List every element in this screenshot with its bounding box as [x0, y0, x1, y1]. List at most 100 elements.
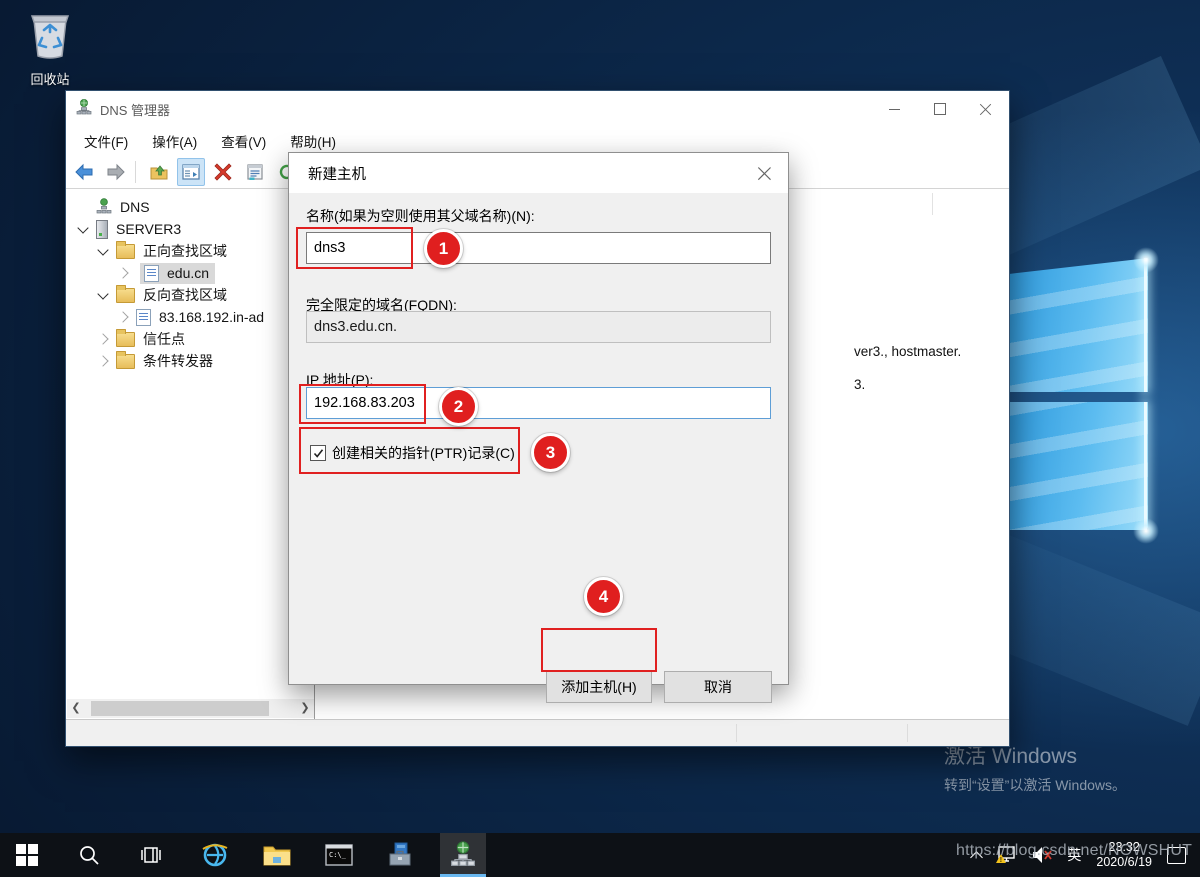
- windows-start-icon: [16, 844, 38, 866]
- tree-label-edu-cn: edu.cn: [167, 265, 209, 281]
- tree-label-forward-zone: 正向查找区域: [143, 241, 227, 261]
- server-icon: [96, 220, 108, 239]
- minimize-button[interactable]: [871, 91, 917, 127]
- close-button[interactable]: [963, 91, 1009, 127]
- annotation-rect-ip-input: [299, 384, 426, 424]
- maximize-icon: [934, 103, 946, 115]
- menu-bar: 文件(F) 操作(A) 查看(V) 帮助(H): [66, 127, 1009, 155]
- chevron-right-icon[interactable]: [97, 333, 108, 344]
- internet-explorer-button[interactable]: [192, 833, 238, 877]
- toolbar-separator: [135, 161, 136, 183]
- scrollbar-thumb[interactable]: [91, 701, 269, 716]
- minimize-icon: [889, 109, 900, 110]
- tree-item-dns-root[interactable]: DNS: [67, 196, 314, 218]
- window-title: DNS 管理器: [100, 100, 170, 119]
- step-number: 1: [439, 239, 448, 259]
- chevron-right-icon[interactable]: [117, 267, 128, 278]
- column-divider: [932, 193, 933, 215]
- chevron-down-icon[interactable]: [97, 288, 108, 299]
- file-explorer-button[interactable]: [254, 833, 300, 877]
- windows-activation-watermark: 激活 Windows 转到“设置”以激活 Windows。: [944, 740, 1126, 795]
- windows-logo-edge: [1144, 258, 1147, 392]
- internet-explorer-icon: [200, 840, 230, 870]
- tree-item-conditional-forwarders[interactable]: 条件转发器: [67, 350, 314, 372]
- tree-item-trust-points[interactable]: 信任点: [67, 328, 314, 350]
- command-prompt-icon: C:\_: [325, 844, 353, 866]
- annotation-step-4: 4: [584, 577, 623, 616]
- step-number: 2: [454, 397, 463, 417]
- dialog-titlebar[interactable]: 新建主机: [289, 153, 788, 193]
- properties-icon[interactable]: [241, 158, 269, 186]
- close-icon: [758, 166, 772, 180]
- annotation-step-3: 3: [531, 433, 570, 472]
- folder-icon: [116, 244, 135, 259]
- dialog-close-button[interactable]: [754, 162, 776, 184]
- search-icon: [78, 844, 100, 866]
- step-number: 3: [546, 443, 555, 463]
- console-tree-panel: DNS SERVER3 正向查找区域 edu.cn: [67, 189, 315, 720]
- console-window-icon[interactable]: [177, 158, 205, 186]
- tree-label-reverse-child: 83.168.192.in-ad: [159, 309, 264, 325]
- annotation-rect-ptr-checkbox: [299, 427, 520, 474]
- record-row-partial: 3.: [854, 377, 865, 392]
- task-view-button[interactable]: [128, 833, 174, 877]
- folder-icon: [116, 354, 135, 369]
- tree-item-reverse-zone[interactable]: 反向查找区域: [67, 284, 314, 306]
- cancel-button[interactable]: 取消: [664, 671, 772, 703]
- dns-root-icon: [96, 198, 112, 217]
- annotation-step-1: 1: [424, 229, 463, 268]
- chevron-down-icon[interactable]: [97, 244, 108, 255]
- activation-subtitle: 转到“设置”以激活 Windows。: [944, 775, 1126, 795]
- step-number: 4: [599, 587, 608, 607]
- tree-item-reverse-child[interactable]: 83.168.192.in-ad: [67, 306, 314, 328]
- wallpaper-glow: [1133, 518, 1159, 544]
- maximize-button[interactable]: [917, 91, 963, 127]
- chevron-right-icon[interactable]: [97, 355, 108, 366]
- annotation-step-2: 2: [439, 387, 478, 426]
- fqdn-input: [306, 311, 771, 343]
- delete-icon[interactable]: [209, 158, 237, 186]
- dialog-title: 新建主机: [308, 163, 366, 184]
- scroll-left-icon[interactable]: ❮: [67, 699, 85, 718]
- tree-label-trust-points: 信任点: [143, 329, 185, 349]
- svg-text:C:\_: C:\_: [329, 851, 347, 859]
- tree-label-conditional-forwarders: 条件转发器: [143, 351, 213, 371]
- file-explorer-icon: [263, 843, 291, 867]
- scroll-right-icon[interactable]: ❯: [296, 699, 314, 718]
- recycle-bin-desktop-icon[interactable]: 回收站: [16, 8, 84, 88]
- task-view-icon: [140, 844, 162, 866]
- close-icon: [980, 103, 992, 115]
- wallpaper-glow: [1133, 247, 1159, 273]
- horizontal-scrollbar[interactable]: ❮ ❯: [67, 699, 314, 718]
- chevron-right-icon[interactable]: [117, 311, 128, 322]
- menu-action[interactable]: 操作(A): [142, 127, 207, 155]
- up-folder-icon[interactable]: [145, 158, 173, 186]
- tree-item-edu-cn[interactable]: edu.cn: [67, 262, 314, 284]
- menu-help[interactable]: 帮助(H): [280, 127, 346, 155]
- start-button[interactable]: [4, 833, 50, 877]
- menu-view[interactable]: 查看(V): [211, 127, 276, 155]
- chevron-down-icon[interactable]: [77, 222, 88, 233]
- dns-manager-icon: [450, 841, 476, 867]
- recycle-bin-icon: [24, 49, 76, 66]
- server-manager-button[interactable]: [378, 833, 424, 877]
- csdn-watermark: https://blog.csdn.net/NOWSHUT: [956, 842, 1192, 860]
- add-host-button[interactable]: 添加主机(H): [546, 671, 652, 703]
- tree-label-dns: DNS: [120, 199, 150, 215]
- dns-manager-taskbar-button[interactable]: [440, 833, 486, 877]
- forward-icon[interactable]: [102, 158, 130, 186]
- server-manager-icon: [386, 842, 416, 868]
- windows-logo-pane-bottom: [1008, 402, 1148, 530]
- windows-logo-edge: [1144, 402, 1147, 530]
- recycle-bin-label: 回收站: [16, 69, 84, 88]
- folder-icon: [116, 332, 135, 347]
- tree-item-forward-zone[interactable]: 正向查找区域: [67, 240, 314, 262]
- zone-file-icon: [136, 309, 151, 326]
- search-button[interactable]: [66, 833, 112, 877]
- tree-item-server3[interactable]: SERVER3: [67, 218, 314, 240]
- back-icon[interactable]: [70, 158, 98, 186]
- window-titlebar[interactable]: DNS 管理器: [66, 91, 1009, 127]
- command-prompt-button[interactable]: C:\_: [316, 833, 362, 877]
- tree-label-server3: SERVER3: [116, 221, 181, 237]
- menu-file[interactable]: 文件(F): [74, 127, 138, 155]
